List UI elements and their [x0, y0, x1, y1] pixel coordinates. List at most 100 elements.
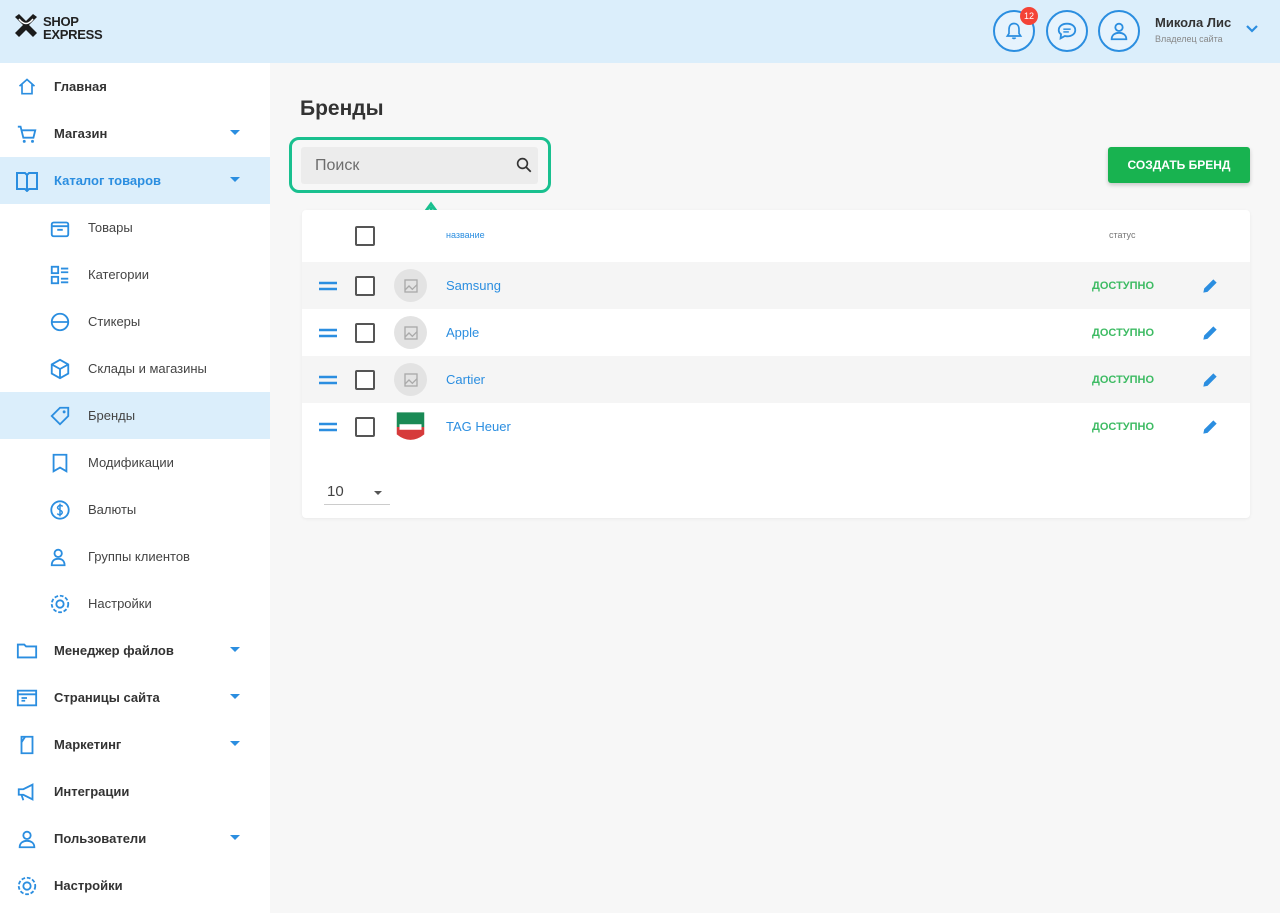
sidebar-item-label: Менеджер файлов [54, 643, 174, 658]
search-field[interactable] [301, 147, 538, 184]
sticker-icon [48, 310, 72, 334]
table-row[interactable]: Apple доступно [302, 309, 1250, 356]
chevron-down-icon [230, 647, 240, 652]
pages-icon [15, 686, 39, 710]
bell-icon [1005, 22, 1023, 40]
user-icon [1110, 22, 1128, 41]
sidebar-item-label: Страницы сайта [54, 690, 160, 705]
rows-per-page-select[interactable]: 10 [324, 481, 390, 505]
sidebar-item-customer-groups[interactable]: Группы клиентов [0, 533, 270, 580]
brand-name[interactable]: TAG Heuer [446, 419, 511, 434]
chevron-down-icon[interactable] [1245, 24, 1259, 34]
logo[interactable]: SHOP EXPRESS [13, 14, 103, 42]
column-header-name[interactable]: название [446, 230, 485, 240]
profile-button[interactable] [1098, 10, 1140, 52]
brand-name[interactable]: Apple [446, 325, 479, 340]
chevron-down-icon [230, 177, 240, 182]
brands-table: название статус Samsung доступно Apple д… [302, 210, 1250, 518]
image-placeholder-icon [394, 316, 427, 349]
status-badge: доступно [1092, 280, 1155, 292]
sidebar-item-marketing[interactable]: Маркетинг [0, 721, 270, 768]
sidebar-item-currencies[interactable]: Валюты [0, 486, 270, 533]
chevron-down-icon [230, 130, 240, 135]
warehouse-icon [48, 357, 72, 381]
categories-icon [48, 263, 72, 287]
table-row[interactable]: Cartier доступно [302, 356, 1250, 403]
sidebar-item-label: Склады и магазины [88, 361, 207, 376]
sidebar-item-file-manager[interactable]: Менеджер файлов [0, 627, 270, 674]
pencil-icon[interactable] [1200, 276, 1220, 296]
sidebar-item-label: Маркетинг [54, 737, 122, 752]
user-icon [15, 827, 39, 851]
status-badge: доступно [1092, 374, 1155, 386]
sidebar-item-label: Модификации [88, 455, 174, 470]
row-checkbox[interactable] [355, 417, 375, 437]
folder-icon [15, 639, 39, 663]
table-row[interactable]: Samsung доступно [302, 262, 1250, 309]
sidebar-item-label: Категории [88, 267, 149, 282]
status-badge: доступно [1092, 421, 1155, 433]
sidebar-item-users[interactable]: Пользователи [0, 815, 270, 862]
sidebar-item-label: Бренды [88, 408, 136, 423]
sidebar-item-label: Главная [54, 79, 107, 94]
row-checkbox[interactable] [355, 370, 375, 390]
bookmark-icon [48, 451, 72, 475]
sidebar-item-site-pages[interactable]: Страницы сайта [0, 674, 270, 721]
drag-handle-icon[interactable] [319, 281, 337, 291]
drag-handle-icon[interactable] [319, 422, 337, 432]
sidebar-item-home[interactable]: Главная [0, 63, 270, 110]
sidebar-item-brands[interactable]: Бренды [0, 392, 270, 439]
create-brand-button[interactable]: СОЗДАТЬ БРЕНД [1108, 147, 1250, 183]
image-placeholder-icon [394, 269, 427, 302]
brand-name[interactable]: Cartier [446, 372, 485, 387]
sidebar-item-label: Пользователи [54, 831, 147, 846]
chevron-down-icon [230, 835, 240, 840]
book-icon [15, 169, 39, 193]
sidebar-item-catalog-settings[interactable]: Настройки [0, 580, 270, 627]
row-checkbox[interactable] [355, 276, 375, 296]
sidebar-item-shop[interactable]: Магазин [0, 110, 270, 157]
sidebar-item-products[interactable]: Товары [0, 204, 270, 251]
search-icon[interactable] [515, 156, 533, 174]
pencil-icon[interactable] [1200, 323, 1220, 343]
sidebar-item-label: Магазин [54, 126, 108, 141]
sidebar-item-label: Группы клиентов [88, 549, 190, 564]
rows-per-page-value: 10 [327, 483, 344, 500]
table-row[interactable]: TAG Heuer доступно [302, 403, 1250, 450]
row-checkbox[interactable] [355, 323, 375, 343]
user-name[interactable]: Микола Лис [1155, 15, 1231, 30]
tag-icon [48, 404, 72, 428]
sidebar-item-label: Интеграции [54, 784, 130, 799]
sidebar-item-label: Стикеры [88, 314, 141, 329]
gear-icon [48, 592, 72, 616]
chat-icon [1057, 22, 1077, 40]
sidebar-item-categories[interactable]: Категории [0, 251, 270, 298]
page-title: Бренды [300, 97, 384, 120]
sidebar-item-label: Настройки [88, 596, 152, 611]
sidebar-item-integrations[interactable]: Интеграции [0, 768, 270, 815]
sidebar-item-modifications[interactable]: Модификации [0, 439, 270, 486]
sidebar: Главная Магазин Каталог товаров Товары К… [0, 63, 270, 913]
pencil-icon[interactable] [1200, 417, 1220, 437]
sidebar-item-settings[interactable]: Настройки [0, 862, 270, 909]
logo-icon [15, 14, 37, 37]
sidebar-item-stickers[interactable]: Стикеры [0, 298, 270, 345]
drag-handle-icon[interactable] [319, 375, 337, 385]
logo-line-2: EXPRESS [43, 27, 103, 42]
search-input[interactable] [315, 147, 505, 184]
gear-icon [15, 874, 39, 898]
users-icon [48, 545, 72, 569]
sidebar-item-catalog[interactable]: Каталог товаров [0, 157, 270, 204]
drag-handle-icon[interactable] [319, 328, 337, 338]
messages-button[interactable] [1046, 10, 1088, 52]
pencil-icon[interactable] [1200, 370, 1220, 390]
megaphone-icon [15, 780, 39, 804]
top-header: SHOP EXPRESS 12 Микола Лис Владелец сайт… [0, 0, 1280, 63]
chevron-down-icon [230, 741, 240, 746]
select-all-checkbox[interactable] [355, 226, 375, 246]
tag-heuer-logo [394, 410, 427, 443]
cart-icon [15, 122, 39, 146]
brand-name[interactable]: Samsung [446, 278, 501, 293]
notifications-button[interactable]: 12 [993, 7, 1038, 52]
sidebar-item-warehouses[interactable]: Склады и магазины [0, 345, 270, 392]
